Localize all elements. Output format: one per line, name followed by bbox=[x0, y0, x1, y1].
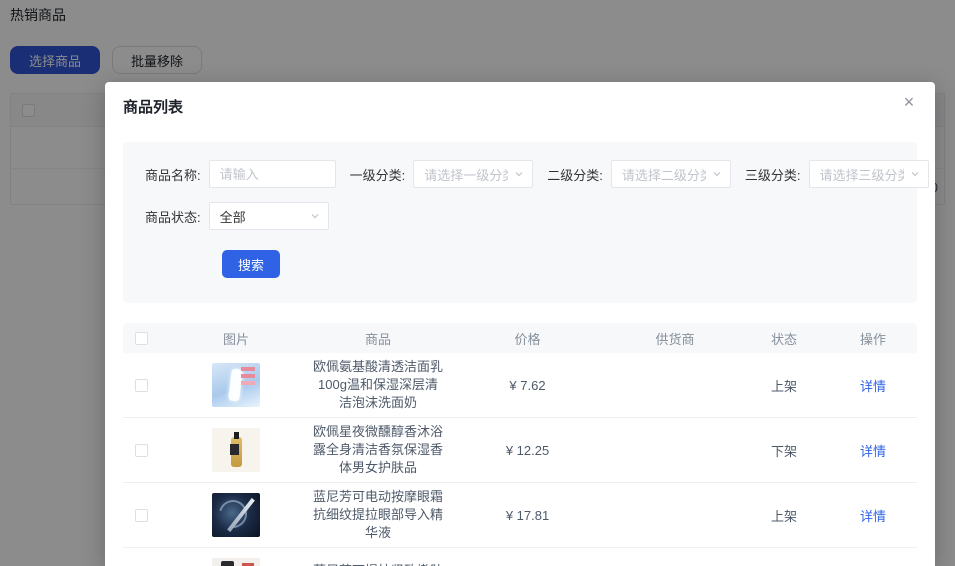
table-row: 欧佩氨基酸清透洁面乳100g温和保湿深层清洁泡沫洗面奶 ¥ 7.62 上架 详情 bbox=[123, 353, 917, 418]
product-name: 欧佩氨基酸清透洁面乳100g温和保湿深层清洁泡沫洗面奶 bbox=[312, 359, 443, 410]
column-header-action: 操作 bbox=[859, 331, 886, 347]
product-image bbox=[212, 428, 260, 472]
product-name: 蓝尼芳可提拉紧致嫩肤美容仪 bbox=[312, 562, 444, 566]
product-name: 蓝尼芳可电动按摩眼霜抗细纹提拉眼部导入精华液 bbox=[312, 489, 443, 540]
detail-link[interactable]: 详情 bbox=[860, 506, 886, 525]
product-status: 上架 bbox=[770, 508, 797, 524]
chevron-down-icon bbox=[712, 169, 722, 179]
chevron-down-icon bbox=[910, 169, 920, 179]
product-status-select[interactable]: 全部 bbox=[208, 202, 329, 230]
product-table-header: 图片 商品 价格 供货商 状态 操作 bbox=[123, 323, 917, 353]
category1-placeholder: 请选择一级分类 bbox=[424, 167, 509, 183]
detail-link[interactable]: 详情 bbox=[860, 376, 886, 395]
column-header-product: 商品 bbox=[364, 331, 391, 347]
table-row: 蓝尼芳可提拉紧致嫩肤美容仪 bbox=[123, 548, 917, 566]
detail-link[interactable]: 详情 bbox=[860, 441, 886, 460]
product-name: 欧佩星夜微醺醇香沐浴露全身清洁香氛保湿香体男女护肤品 bbox=[312, 424, 443, 475]
product-price: ¥ 17.81 bbox=[505, 507, 550, 523]
category2-select[interactable]: 请选择二级分类 bbox=[610, 160, 731, 188]
filter-category-3: 三级分类: 请选择三级分类 bbox=[745, 160, 929, 188]
row-checkbox[interactable] bbox=[135, 443, 148, 457]
select-all-checkbox[interactable] bbox=[135, 331, 148, 345]
product-status: 下架 bbox=[770, 443, 797, 459]
column-header-image: 图片 bbox=[222, 331, 249, 347]
category2-placeholder: 请选择二级分类 bbox=[621, 167, 706, 183]
product-price: ¥ 12.25 bbox=[505, 442, 550, 458]
product-image bbox=[212, 558, 260, 566]
column-header-price: 价格 bbox=[514, 331, 541, 347]
column-header-status: 状态 bbox=[770, 331, 797, 347]
product-name-input[interactable] bbox=[208, 160, 336, 188]
filter-product-name: 商品名称: bbox=[145, 160, 336, 188]
search-button[interactable]: 搜索 bbox=[222, 250, 281, 278]
filter-panel: 商品名称: 一级分类: 请选择一级分类 二级分类: 请选择二级分类 bbox=[123, 142, 929, 303]
chevron-down-icon bbox=[310, 211, 320, 221]
category3-label: 三级分类: bbox=[744, 167, 801, 183]
column-header-supplier: 供货商 bbox=[655, 331, 695, 347]
category2-label: 二级分类: bbox=[547, 167, 603, 183]
filter-category-2: 二级分类: 请选择二级分类 bbox=[547, 160, 731, 188]
product-status: 上架 bbox=[770, 378, 797, 394]
product-image bbox=[212, 363, 260, 407]
chevron-down-icon bbox=[514, 169, 524, 179]
category3-select[interactable]: 请选择三级分类 bbox=[808, 160, 929, 188]
filter-product-status: 商品状态: 全部 bbox=[145, 202, 329, 230]
product-list-modal: 商品列表 × 商品名称: 一级分类: 请选择一级分类 二级分类: bbox=[105, 82, 935, 566]
product-image bbox=[212, 493, 260, 537]
table-row: 欧佩星夜微醺醇香沐浴露全身清洁香氛保湿香体男女护肤品 ¥ 12.25 下架 详情 bbox=[123, 418, 917, 483]
table-row: 蓝尼芳可电动按摩眼霜抗细纹提拉眼部导入精华液 ¥ 17.81 上架 详情 bbox=[123, 483, 917, 548]
product-status-value: 全部 bbox=[219, 209, 246, 225]
category1-select[interactable]: 请选择一级分类 bbox=[413, 160, 534, 188]
row-checkbox[interactable] bbox=[135, 508, 148, 522]
product-status-label: 商品状态: bbox=[145, 209, 201, 225]
row-checkbox[interactable] bbox=[135, 378, 148, 392]
category3-placeholder: 请选择三级分类 bbox=[819, 167, 904, 183]
product-name-label: 商品名称: bbox=[145, 167, 201, 183]
modal-title: 商品列表 bbox=[123, 99, 184, 116]
modal-header: 商品列表 × bbox=[105, 82, 935, 130]
close-icon[interactable]: × bbox=[897, 90, 921, 114]
product-price: ¥ 7.62 bbox=[509, 377, 546, 393]
category1-label: 一级分类: bbox=[349, 167, 406, 183]
filter-category-1: 一级分类: 请选择一级分类 bbox=[350, 160, 534, 188]
product-table: 图片 商品 价格 供货商 状态 操作 欧佩氨基酸清透洁面乳100g温和保湿深层清… bbox=[123, 323, 917, 566]
